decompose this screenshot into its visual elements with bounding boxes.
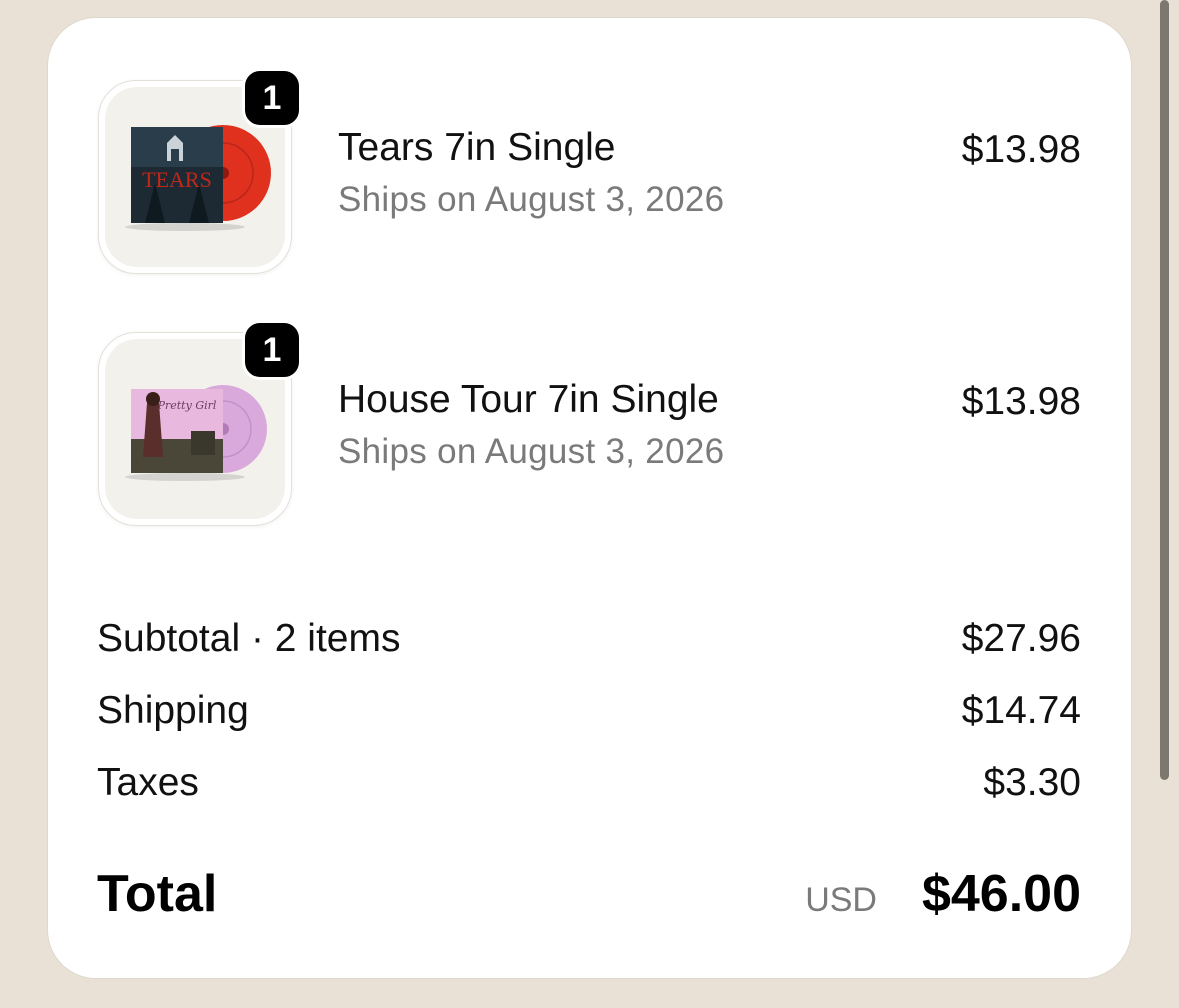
line-item: TEARS 1 Tears 7in Single Ships on August…: [98, 68, 1088, 278]
taxes-label: Taxes: [97, 761, 199, 804]
item-price: $13.98: [961, 380, 1081, 423]
item-price: $13.98: [961, 128, 1081, 171]
shipping-label: Shipping: [97, 689, 249, 732]
total-label: Total: [97, 865, 218, 923]
total-currency: USD: [805, 881, 877, 919]
svg-text:Pretty Girl: Pretty Girl: [157, 399, 217, 412]
scrollbar[interactable]: [1160, 0, 1169, 780]
item-title: House Tour 7in Single: [338, 378, 719, 421]
taxes-value: $3.30: [983, 761, 1081, 804]
shipping-row: Shipping $14.74: [97, 689, 1081, 739]
line-item: Pretty Girl 1 House Tour 7in Single Ship…: [98, 320, 1088, 530]
item-title: Tears 7in Single: [338, 126, 616, 169]
subtotal-value: $27.96: [961, 617, 1081, 660]
ship-date: Ships on August 3, 2026: [338, 432, 725, 471]
svg-text:TEARS: TEARS: [142, 167, 212, 192]
ship-date: Ships on August 3, 2026: [338, 180, 725, 219]
shipping-value: $14.74: [961, 689, 1081, 732]
subtotal-label: Subtotal · 2 items: [97, 617, 401, 660]
quantity-badge: 1: [242, 320, 302, 380]
taxes-row: Taxes $3.30: [97, 761, 1081, 811]
quantity-badge: 1: [242, 68, 302, 128]
subtotal-row: Subtotal · 2 items $27.96: [97, 617, 1081, 667]
total-value: $46.00: [921, 865, 1081, 923]
